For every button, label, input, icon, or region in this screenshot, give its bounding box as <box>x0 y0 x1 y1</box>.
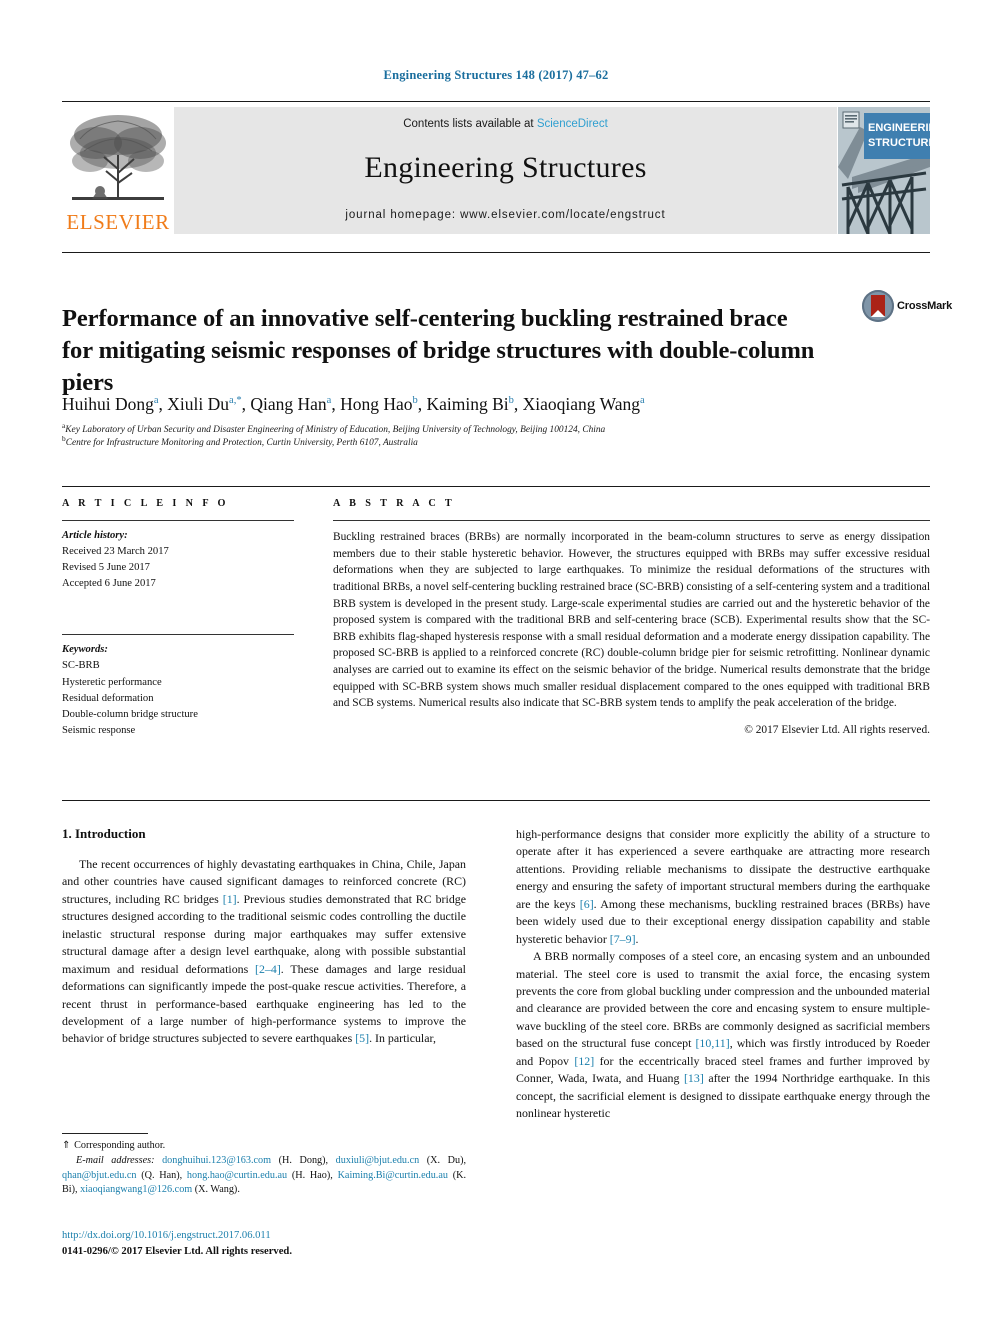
masthead-banner: Contents lists available at ScienceDirec… <box>174 107 837 234</box>
keyword-item: SC-BRB <box>62 660 100 672</box>
abstract-band-top-divider <box>62 486 930 487</box>
elsevier-tree-icon <box>70 115 166 200</box>
email-label: E-mail addresses: <box>76 1154 155 1166</box>
journal-cover-image: ENGINEERING STRUCTURES <box>838 107 930 234</box>
crossmark-circle-icon <box>862 290 894 322</box>
body-column-right: high-performance designs that consider m… <box>516 826 930 1122</box>
elsevier-logo: ELSEVIER <box>62 107 174 234</box>
paper-page: Engineering Structures 148 (2017) 47–62 <box>0 0 992 1323</box>
citation-link[interactable]: [2–4] <box>255 962 281 976</box>
email-person: (Q. Han), <box>136 1169 187 1181</box>
citation-link[interactable]: [6] <box>580 897 594 911</box>
elsevier-wordmark: ELSEVIER <box>66 210 170 234</box>
article-info-divider <box>62 520 294 521</box>
affiliations: aKey Laboratory of Urban Security and Di… <box>62 420 930 451</box>
keyword-item: Seismic response <box>62 724 136 736</box>
section-heading-introduction: 1. Introduction <box>62 826 146 841</box>
citation-link[interactable]: [10,11] <box>695 1036 729 1050</box>
citation-link[interactable]: [13] <box>684 1071 704 1085</box>
email-link[interactable]: hong.hao@curtin.edu.au <box>187 1170 287 1181</box>
citation-link[interactable]: [1] <box>223 892 237 906</box>
journal-masthead: ELSEVIER Contents lists available at Sci… <box>62 101 930 236</box>
article-info-column: A R T I C L E I N F O Article history: R… <box>62 498 294 739</box>
abstract-text: Buckling restrained braces (BRBs) are no… <box>333 531 930 710</box>
affiliation-a: aKey Laboratory of Urban Security and Di… <box>62 420 606 435</box>
keywords-block: Keywords: SC-BRB Hysteretic performance … <box>62 642 294 739</box>
title-divider <box>62 252 930 253</box>
journal-cover-thumbnail: ENGINEERING STRUCTURES <box>837 107 930 234</box>
contents-available-line: Contents lists available at ScienceDirec… <box>174 118 837 130</box>
paragraph-intro-1: The recent occurrences of highly devasta… <box>62 856 466 1048</box>
paragraph-text: . In particular, <box>369 1031 436 1046</box>
keywords-label: Keywords: <box>62 644 108 656</box>
history-accepted: Accepted 6 June 2017 <box>62 578 156 590</box>
email-link[interactable]: xiaoqiangwang1@126.com <box>80 1184 192 1195</box>
abstract-band-bottom-divider <box>62 800 930 801</box>
paragraph-text: . <box>635 931 639 946</box>
paragraph-intro-1-cont: high-performance designs that consider m… <box>516 826 930 948</box>
crossmark-badge[interactable]: CrossMark <box>862 290 952 324</box>
email-link[interactable]: Kaiming.Bi@curtin.edu.au <box>338 1170 448 1181</box>
citation-link[interactable]: [12] <box>574 1054 594 1068</box>
doi-link[interactable]: http://dx.doi.org/10.1016/j.engstruct.20… <box>62 1228 466 1244</box>
keywords-divider <box>62 634 294 636</box>
issn-copyright-line: 0141-0296/© 2017 Elsevier Ltd. All right… <box>62 1245 292 1257</box>
affiliation-b-text: Centre for Infrastructure Monitoring and… <box>65 438 418 449</box>
keyword-item: Hysteretic performance <box>62 676 162 688</box>
crossmark-book-icon <box>871 295 885 317</box>
abstract-column: A B S T R A C T Buckling restrained brac… <box>333 498 930 736</box>
affiliation-a-text: Key Laboratory of Urban Security and Dis… <box>65 425 606 435</box>
journal-homepage-line[interactable]: journal homepage: www.elsevier.com/locat… <box>174 209 837 221</box>
corresponding-author-text: Corresponding author. <box>71 1140 166 1151</box>
journal-running-head: Engineering Structures 148 (2017) 47–62 <box>383 68 609 82</box>
abstract-divider <box>333 520 930 521</box>
crossmark-label: CrossMark <box>897 300 953 312</box>
history-received: Received 23 March 2017 <box>62 546 169 558</box>
corresponding-author-marker: ⇑ <box>62 1140 72 1151</box>
email-link[interactable]: duxiuli@bjut.edu.cn <box>336 1155 420 1166</box>
body-column-left: 1. Introduction The recent occurrences o… <box>62 826 466 1048</box>
doi-block: http://dx.doi.org/10.1016/j.engstruct.20… <box>62 1228 466 1259</box>
email-link[interactable]: qhan@bjut.edu.cn <box>62 1170 136 1181</box>
email-person: (H. Dong), <box>271 1154 336 1166</box>
svg-text:ENGINEERING: ENGINEERING <box>868 122 930 134</box>
email-person: (X. Du), <box>419 1154 467 1166</box>
email-person: (X. Wang). <box>192 1184 240 1196</box>
page-title: Performance of an innovative self-center… <box>62 305 815 397</box>
paragraph-intro-2: A BRB normally composes of a steel core,… <box>516 948 930 1122</box>
email-person: (H. Hao), <box>287 1169 338 1181</box>
journal-title: Engineering Structures <box>364 151 647 184</box>
footnote-divider <box>62 1133 148 1134</box>
history-revised: Revised 5 June 2017 <box>62 562 150 574</box>
corresponding-author-note: ⇑ Corresponding author. <box>62 1139 466 1154</box>
citation-link[interactable]: [7–9] <box>610 932 636 946</box>
sciencedirect-link[interactable]: ScienceDirect <box>537 118 608 130</box>
affiliation-b: bCentre for Infrastructure Monitoring an… <box>62 434 418 449</box>
contents-prefix: Contents lists available at <box>403 118 537 130</box>
keyword-item: Double-column bridge structure <box>62 708 198 720</box>
author-list: Huihui Donga, Xiuli Dua,*, Qiang Hana, H… <box>62 394 645 414</box>
abstract-copyright: © 2017 Elsevier Ltd. All rights reserved… <box>744 724 930 737</box>
article-history-label: Article history: <box>62 530 128 541</box>
abstract-heading: A B S T R A C T <box>333 498 456 509</box>
email-addresses-note: E-mail addresses: donghuihui.123@163.com… <box>62 1154 466 1198</box>
citation-link[interactable]: [5] <box>355 1031 369 1045</box>
article-info-heading: A R T I C L E I N F O <box>62 498 229 509</box>
svg-text:STRUCTURES: STRUCTURES <box>868 137 930 149</box>
article-history-block: Article history: Received 23 March 2017 … <box>62 528 294 592</box>
keyword-item: Residual deformation <box>62 692 154 704</box>
email-link[interactable]: donghuihui.123@163.com <box>162 1155 271 1166</box>
footnote-block: ⇑ Corresponding author. E-mail addresses… <box>62 1133 466 1198</box>
